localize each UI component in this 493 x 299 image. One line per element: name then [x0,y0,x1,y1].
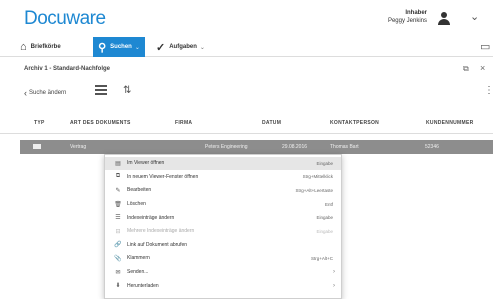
menu-item-label: Senden... [127,269,149,276]
cell-firma: Peters Engineering [205,144,248,150]
menu-item[interactable]: ▤ Im Viewer öffnen Eingabe [105,157,341,170]
menu-item-label: Bearbeiten [127,187,152,194]
change-search-button[interactable]: ‹ Suche ändern [24,88,66,98]
menu-item-label: Indexeinträge ändern [127,214,175,221]
chevron-left-icon: ‹ [24,88,27,98]
menu-item[interactable]: ✉ Senden... › [105,266,341,279]
menu-item[interactable]: 🔗 Link auf Dokument abrufen [105,239,341,252]
column-header[interactable]: KONTAKTPERSON [330,120,379,126]
chevron-down-icon: ⌄ [199,44,205,51]
nav-briefkoerbe-button[interactable]: ⌂ Briefkörbe [20,37,61,57]
maximize-icon[interactable]: ⧉ [463,64,469,74]
menu-item-shortcut: Eingabe [316,228,333,234]
cell-kontakt: Thomas Bart [330,144,359,150]
chevron-right-icon: › [333,282,335,289]
cell-art: Vertrag [70,144,87,150]
chevron-down-icon[interactable]: ⌄ [470,10,479,23]
paperclip-icon: 📎 [114,255,122,262]
list-view-icon[interactable] [95,85,107,97]
user-name: Peggy Jenkins [387,18,427,24]
menu-item-shortcut: Strg+Mittelklick [302,174,333,180]
download-icon: ⬇ [115,283,121,290]
nav-suchen-button[interactable]: ⚲ Suchen ⌄ [93,37,145,57]
send-icon: ✉ [115,269,121,276]
menu-item-label: Löschen [127,201,146,208]
result-toolbar: ‹ Suche ändern [24,83,66,103]
new-window-icon: ⧉ [115,173,121,180]
menu-item: ⊟ Mehrere Indexeinträge ändern Eingabe [105,225,341,238]
user-info[interactable]: Inhaber Peggy Jenkins [388,9,427,25]
menu-item-label: Herunterladen [127,282,159,289]
menu-item-shortcut: Strg+Alt+Leertaste [295,187,333,193]
viewer-icon: ▤ [115,160,121,167]
menu-item[interactable]: ⧉ In neuem Viewer-Fenster öffnen Strg+Mitt… [105,171,341,184]
user-avatar-icon[interactable] [438,12,450,26]
table-header: TYP ART DES DOKUMENTS FIRMA DATUM KONTAK… [0,112,493,134]
menu-item[interactable]: ⬇ Herunterladen › [105,279,341,292]
more-options-icon[interactable]: ⋮ [484,85,493,96]
menu-item-label: In neuem Viewer-Fenster öffnen [127,173,199,180]
change-search-label: Suche ändern [29,90,67,96]
nav-aufgaben-label: Aufgaben [169,44,197,50]
menu-item-label: Mehrere Indexeinträge ändern [127,228,195,235]
menu-item-label: Klammern [127,255,150,262]
menu-item-shortcut: Eingabe [316,215,333,221]
menu-item[interactable]: 🗑 Löschen Entf [105,198,341,211]
column-header[interactable]: ART DES DOKUMENTS [70,120,131,126]
main-nav-bar: ⌂ Briefkörbe ⚲ Suchen ⌄ ✓ Aufgaben ⌄ [0,37,493,57]
menu-item-shortcut: Strg+Alt+C [310,255,333,261]
context-menu: ▤ Im Viewer öffnen Eingabe ⧉ In neuem Viewer… [104,154,342,299]
cell-datum: 29.08.2016 [282,144,308,150]
menu-item[interactable]: 📎 Klammern Strg+Alt+C [105,252,341,265]
column-header[interactable]: KUNDENNUMMER [426,120,474,126]
trash-icon: 🗑 [114,201,122,208]
menu-item-label: Link auf Dokument abrufen [127,241,188,248]
chat-icon[interactable]: ▭ [480,40,490,53]
user-role: Inhaber [405,10,427,16]
document-icon [33,144,41,149]
index-edit-icon: ☰ [115,215,121,222]
checkmark-icon: ✓ [156,41,166,54]
menu-item-shortcut: Eingabe [316,160,333,166]
cell-kundennummer: 52346 [425,144,439,150]
search-icon: ⚲ [98,41,107,54]
sort-icon[interactable]: ⇅ [123,85,131,96]
stamp-icon: ⊟ [115,228,121,235]
nav-aufgaben-button[interactable]: ✓ Aufgaben ⌄ [156,37,205,57]
panel-title: Archiv 1 - Standard-Nachfolge [24,66,111,72]
menu-item[interactable]: ✎ Bearbeiten Strg+Alt+Leertaste [105,184,341,197]
nav-suchen-label: Suchen [110,44,132,50]
column-header[interactable]: FIRMA [175,120,192,126]
docuware-logo: Docuware [24,8,106,29]
menu-item[interactable]: ☰ Indexeinträge ändern Eingabe [105,211,341,224]
menu-item-label: Im Viewer öffnen [127,160,165,167]
link-icon: 🔗 [114,242,122,249]
close-icon[interactable]: × [480,63,485,73]
column-header[interactable]: TYP [34,120,45,126]
chevron-right-icon: › [333,269,335,276]
menu-item-shortcut: Entf [324,201,333,207]
pencil-icon: ✎ [115,187,121,194]
tray-icon: ⌂ [20,41,27,53]
chevron-down-icon: ⌄ [134,44,140,51]
table-row[interactable]: Vertrag Peters Engineering 29.08.2016 Th… [20,140,493,154]
nav-briefkoerbe-label: Briefkörbe [30,44,61,50]
column-header[interactable]: DATUM [262,120,281,126]
